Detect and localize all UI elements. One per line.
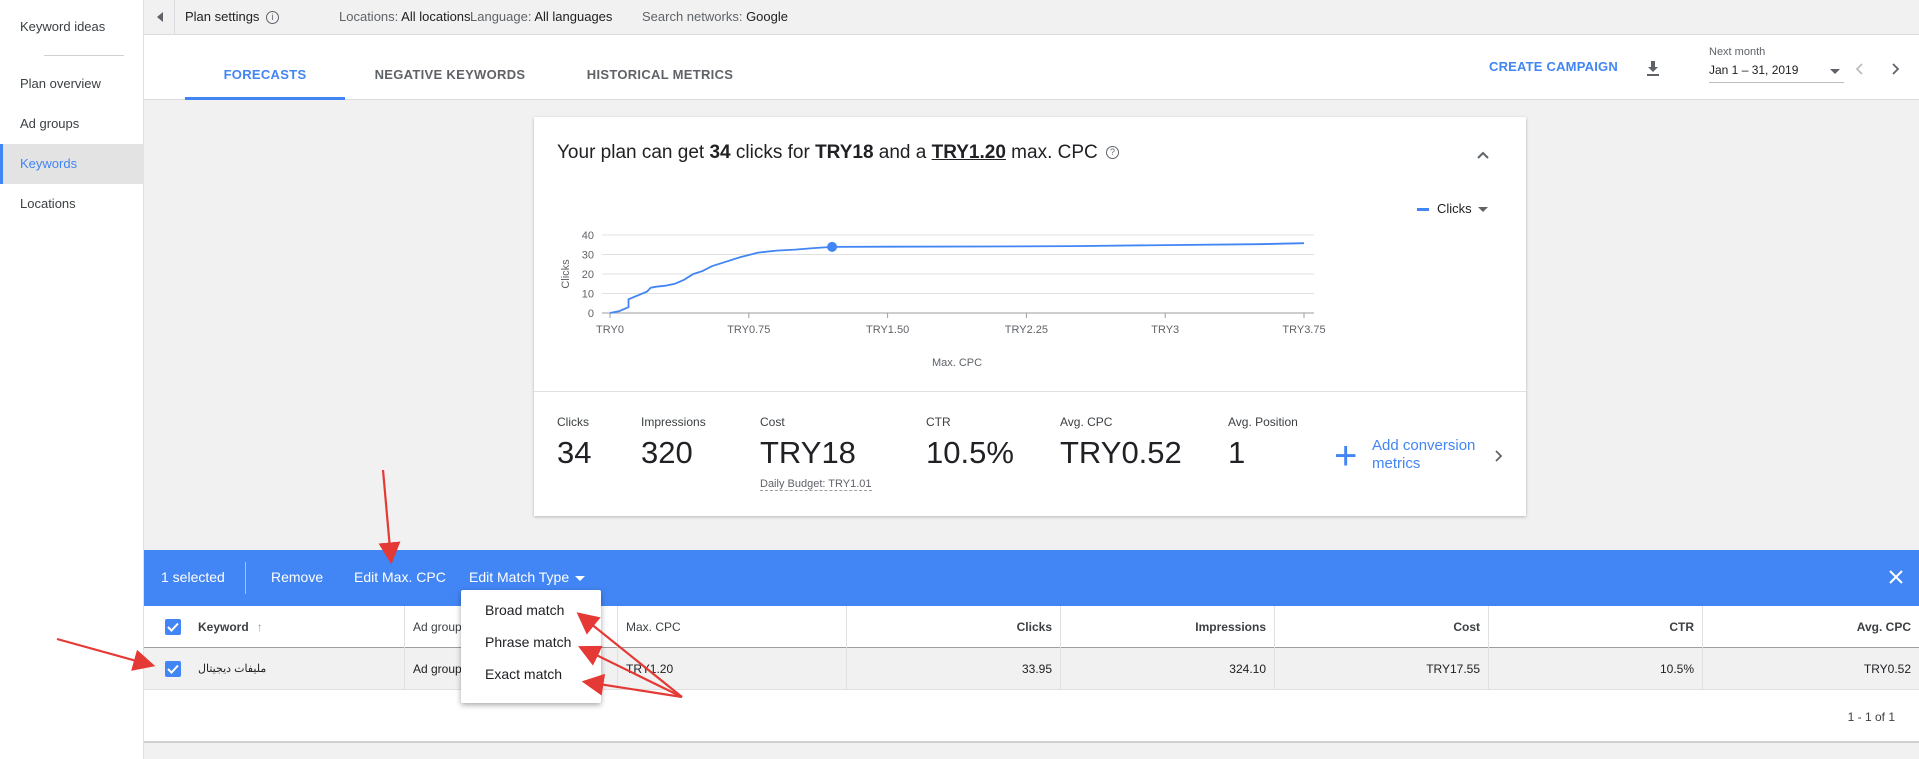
y-tick-label: 30 [582, 250, 594, 262]
plus-icon: + [1334, 434, 1358, 478]
highlight-point [827, 241, 838, 252]
info-icon: i [266, 11, 280, 25]
select-all-checkbox[interactable] [165, 619, 181, 635]
sidebar-item-plan-overview[interactable]: Plan overview [0, 64, 144, 104]
tab-forecasts[interactable]: FORECASTS [185, 35, 345, 100]
x-axis-label: Max. CPC [932, 357, 982, 369]
tab-negative-keywords[interactable]: NEGATIVE KEYWORDS [345, 35, 555, 100]
max-cpc-cell[interactable]: TRY1.20 [617, 648, 842, 690]
column-header-cost[interactable]: Cost [1274, 606, 1488, 648]
next-period-icon[interactable] [1887, 61, 1903, 77]
date-range-select[interactable]: Jan 1 – 31, 2019 [1709, 63, 1844, 83]
previous-period-icon[interactable] [1852, 61, 1868, 77]
metric-avg-cpc: Avg. CPC TRY0.52 [1060, 415, 1182, 470]
menu-item-phrase-match[interactable]: Phrase match [461, 626, 601, 658]
forecast-chart: 0 10 20 30 40 TRY0 TRY0.75 TRY1.50 TRY2.25 TRY3 TR… [560, 230, 1326, 369]
clicks-cell: 33.95 [846, 648, 1060, 690]
sidebar-item-ad-groups[interactable]: Ad groups [0, 104, 144, 144]
menu-item-broad-match[interactable]: Broad match [461, 594, 601, 626]
y-tick-label: 40 [582, 230, 594, 242]
metric-ctr: CTR 10.5% [926, 415, 1014, 470]
remove-button[interactable]: Remove [271, 569, 323, 585]
ctr-cell: 10.5% [1488, 648, 1702, 690]
download-icon[interactable] [1644, 59, 1662, 77]
forecast-card: Your plan can get 34 clicks for TRY18 an… [534, 117, 1526, 516]
edit-match-type-button[interactable]: Edit Match Type [469, 569, 586, 585]
column-header-max-cpc[interactable]: Max. CPC [617, 606, 842, 648]
close-icon[interactable] [1887, 568, 1905, 586]
y-tick-label: 20 [582, 269, 594, 281]
column-header-avg-cpc[interactable]: Avg. CPC [1702, 606, 1919, 648]
y-tick-label: 10 [582, 289, 594, 301]
plan-settings-bar: Plan settings i Locations: All locations… [144, 0, 1919, 35]
sidebar-item-keyword-ideas[interactable]: Keyword ideas [0, 7, 144, 47]
annotation-arrow [378, 469, 401, 565]
column-header-ctr[interactable]: CTR [1488, 606, 1702, 648]
check-icon [167, 664, 179, 674]
y-axis-label: Clicks [560, 259, 572, 289]
search-networks-setting[interactable]: Search networks: Google [642, 9, 788, 24]
x-tick-label: TRY2.25 [1005, 324, 1048, 336]
sort-ascending-icon: ↑ [256, 620, 263, 634]
x-tick-label: TRY0.75 [727, 324, 770, 336]
metric-impressions: Impressions 320 [641, 415, 706, 470]
y-tick-label: 0 [588, 308, 594, 320]
column-header-clicks[interactable]: Clicks [846, 606, 1060, 648]
x-tick-label: TRY1.50 [866, 324, 909, 336]
chevron-right-icon [1495, 450, 1503, 462]
keyword-cell: ملیفات دیجیتال [198, 663, 267, 675]
chevron-down-icon [575, 575, 586, 581]
column-header-impressions[interactable]: Impressions [1060, 606, 1274, 648]
x-tick-label: TRY0 [596, 324, 624, 336]
series-line-clicks [609, 242, 1305, 314]
table-header-row: Keyword ↑ Ad group Max. CPC Clicks Impres… [144, 606, 1919, 648]
sidebar-divider [44, 55, 124, 56]
create-campaign-button[interactable]: CREATE CAMPAIGN [1489, 59, 1618, 74]
pagination-label: 1 - 1 of 1 [1847, 710, 1895, 724]
table-bottom-border [144, 741, 1919, 743]
selected-count: 1 selected [161, 569, 225, 585]
selection-action-bar: 1 selected Remove Edit Max. CPC Edit Mat… [144, 550, 1919, 606]
language-setting[interactable]: Language: All languages [470, 9, 612, 24]
table-row[interactable]: ملیفات دیجیتال Ad group TRY1.20 33.95 32… [144, 648, 1919, 690]
menu-item-exact-match[interactable]: Exact match [461, 658, 601, 690]
impressions-cell: 324.10 [1060, 648, 1274, 690]
card-divider [534, 391, 1526, 392]
add-conversion-label: Add conversion metrics [1372, 437, 1476, 472]
tabs-header: FORECASTS NEGATIVE KEYWORDS HISTORICAL M… [144, 35, 1919, 100]
sidebar-item-keywords[interactable]: Keywords [0, 144, 144, 184]
collapse-left-icon[interactable] [152, 9, 168, 25]
match-type-menu: Broad match Phrase match Exact match [461, 590, 601, 703]
topbar-divider [174, 0, 175, 35]
x-tick-label: TRY3 [1151, 324, 1179, 336]
locations-setting[interactable]: Locations: All locations [339, 9, 471, 24]
sidebar-item-locations[interactable]: Locations [0, 184, 144, 224]
row-checkbox[interactable] [165, 661, 181, 677]
action-bar-divider [245, 562, 246, 594]
plan-settings-label[interactable]: Plan settings i [185, 9, 280, 25]
daily-budget[interactable]: Daily Budget: TRY1.01 [760, 478, 872, 491]
column-header-keyword[interactable]: Keyword ↑ [190, 606, 430, 648]
metric-clicks: Clicks 34 [557, 415, 592, 470]
check-icon [167, 622, 179, 632]
metric-avg-position: Avg. Position 1 [1228, 415, 1298, 470]
date-range-caption: Next month [1709, 46, 1766, 58]
chevron-down-icon [1830, 69, 1840, 74]
tab-historical-metrics[interactable]: HISTORICAL METRICS [555, 35, 765, 100]
left-sidebar: Keyword ideas Plan overview Ad groups Ke… [0, 0, 144, 759]
metric-cost: Cost TRY18 [760, 415, 856, 470]
date-range-value: Jan 1 – 31, 2019 [1709, 63, 1799, 77]
cost-cell: TRY17.55 [1274, 648, 1488, 690]
add-conversion-metrics-button[interactable]: + Add conversion metrics [1334, 434, 1504, 478]
keywords-table: Keyword ↑ Ad group Max. CPC Clicks Impres… [144, 606, 1919, 741]
avg-cpc-cell: TRY0.52 [1702, 648, 1919, 690]
edit-max-cpc-button[interactable]: Edit Max. CPC [354, 569, 446, 585]
x-tick-label: TRY3.75 [1282, 324, 1325, 336]
